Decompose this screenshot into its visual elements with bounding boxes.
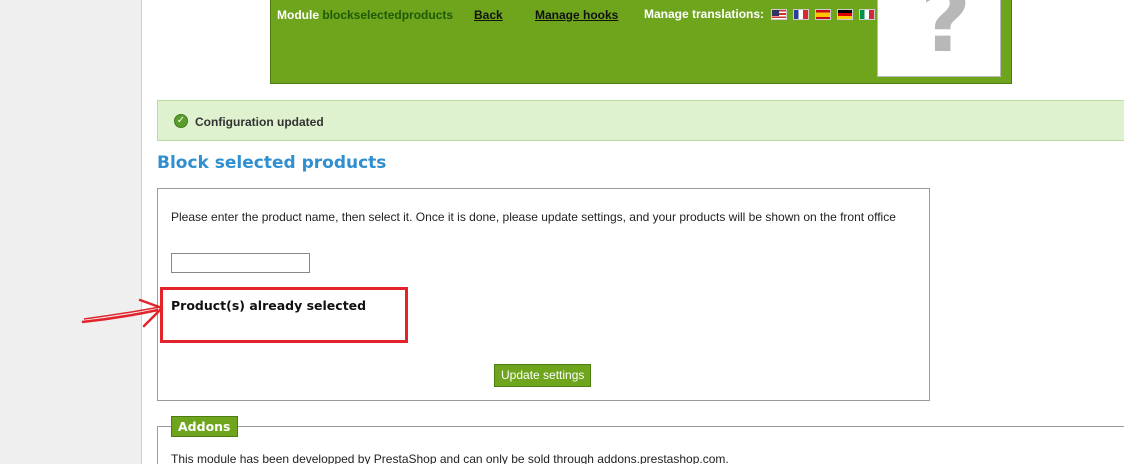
translation-flags	[771, 9, 875, 20]
addons-legend: Addons	[171, 416, 238, 437]
module-logo: ?	[877, 0, 1001, 77]
fr-flag-icon[interactable]	[793, 9, 809, 20]
us-flag-icon[interactable]	[771, 9, 787, 20]
product-search-input[interactable]	[171, 253, 310, 273]
addons-text: This module has been developped by Prest…	[171, 452, 729, 464]
annotation-highlight-box	[160, 287, 408, 343]
question-mark-icon: ?	[920, 0, 972, 72]
manage-translations-label: Manage translations:	[644, 7, 765, 21]
annotation-arrow-icon	[81, 298, 164, 328]
confirmation-text: Configuration updated	[195, 115, 324, 129]
update-settings-button[interactable]: Update settings	[494, 364, 592, 387]
module-name: blockselectedproducts	[322, 8, 454, 22]
back-link[interactable]: Back	[474, 8, 503, 22]
module-title: Module blockselectedproducts	[277, 8, 453, 22]
es-flag-icon[interactable]	[815, 9, 831, 20]
confirmation-message: ✓ Configuration updated	[157, 100, 1124, 141]
it-flag-icon[interactable]	[859, 9, 875, 20]
manage-hooks-link[interactable]: Manage hooks	[535, 8, 618, 22]
left-sidebar-gutter	[0, 0, 142, 464]
de-flag-icon[interactable]	[837, 9, 853, 20]
check-circle-icon: ✓	[174, 114, 188, 128]
page-title: Block selected products	[157, 153, 387, 173]
instructions-text: Please enter the product name, then sele…	[171, 210, 896, 224]
module-header: Module blockselectedproducts Back Manage…	[270, 0, 1012, 84]
module-prefix: Module	[277, 8, 319, 22]
